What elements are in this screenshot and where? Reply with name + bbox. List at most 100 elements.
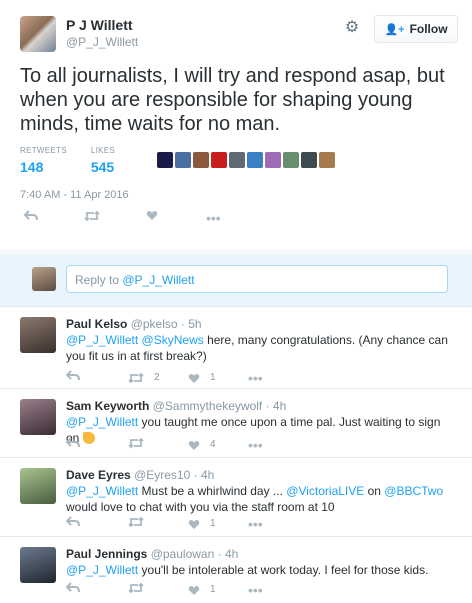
reply-icon[interactable] xyxy=(66,437,80,449)
retweet-count: 2 xyxy=(154,372,160,383)
liker-avatar[interactable] xyxy=(283,152,299,168)
likes-stat[interactable]: LIKES 545 xyxy=(91,146,115,180)
retweets-count: 148 xyxy=(20,159,44,175)
like-count: 4 xyxy=(210,439,216,450)
heart-icon[interactable] xyxy=(146,210,158,221)
reply-header: Paul Jennings @paulowan · 4h xyxy=(66,547,238,561)
reply-box: Reply to @P_J_Willett xyxy=(0,255,472,307)
reply-author-handle[interactable]: @Sammythekeywolf xyxy=(153,399,263,413)
reply-item[interactable]: Paul Jennings @paulowan · 4h @P_J_Willet… xyxy=(0,537,472,603)
likes-count: 545 xyxy=(90,159,115,175)
reply-actions: 4 ••• xyxy=(0,437,472,453)
reply-prefix: Reply to xyxy=(75,273,123,287)
reply-body: Must be a whirlwind day ... xyxy=(138,484,287,498)
more-icon[interactable]: ••• xyxy=(248,437,263,453)
reply-text: @P_J_Willett Must be a whirlwind day ...… xyxy=(66,483,456,515)
avatar[interactable] xyxy=(20,317,56,353)
more-icon[interactable]: ••• xyxy=(248,516,263,532)
retweet-icon[interactable] xyxy=(128,516,144,528)
avatar[interactable] xyxy=(20,399,56,435)
heart-icon[interactable]: 1 xyxy=(188,582,216,598)
retweet-icon[interactable] xyxy=(128,437,144,449)
reply-icon[interactable] xyxy=(66,516,80,528)
retweets-stat[interactable]: RETWEETS 148 xyxy=(20,146,67,180)
tweet-timestamp[interactable]: 7:40 AM - 11 Apr 2016 xyxy=(20,189,129,201)
main-tweet: P J Willett @P_J_Willett ⚙ 👤+ Follow To … xyxy=(0,0,472,249)
follow-button[interactable]: 👤+ Follow xyxy=(374,15,458,43)
reply-text: @P_J_Willett you'll be intolerable at wo… xyxy=(66,562,456,578)
reply-icon[interactable] xyxy=(24,210,38,222)
follow-user-icon: 👤+ xyxy=(384,23,405,36)
heart-icon[interactable]: 1 xyxy=(188,370,216,386)
heart-icon[interactable]: 4 xyxy=(188,437,216,453)
reply-text: @P_J_Willett @SkyNews here, many congrat… xyxy=(66,332,456,364)
reply-time[interactable]: · 5h xyxy=(181,317,202,331)
mention-link[interactable]: @P_J_Willett xyxy=(66,415,138,429)
avatar[interactable] xyxy=(20,547,56,583)
more-icon[interactable]: ••• xyxy=(248,582,263,598)
liker-avatar[interactable] xyxy=(211,152,227,168)
reply-body: you'll be intolerable at work today. I f… xyxy=(138,563,429,577)
liker-avatar[interactable] xyxy=(157,152,173,168)
gear-icon[interactable]: ⚙ xyxy=(344,20,360,36)
author-avatar[interactable] xyxy=(20,16,56,52)
tweet-text: To all journalists, I will try and respo… xyxy=(20,65,445,135)
reply-author-name[interactable]: Paul Jennings xyxy=(66,547,147,561)
retweets-label: RETWEETS xyxy=(20,146,67,155)
reply-item[interactable]: Paul Kelso @pkelso · 5h @P_J_Willett @Sk… xyxy=(0,307,472,389)
author-handle[interactable]: @P_J_Willett xyxy=(66,35,138,49)
reply-author-handle[interactable]: @Eyres10 xyxy=(134,468,190,482)
reply-author-handle[interactable]: @paulowan xyxy=(151,547,215,561)
reply-mention: @P_J_Willett xyxy=(122,273,195,287)
reply-time[interactable]: · 4h xyxy=(218,547,239,561)
reply-actions: 2 1 ••• xyxy=(0,370,472,386)
author-name[interactable]: P J Willett xyxy=(66,17,133,33)
tweet-stats: RETWEETS 148 LIKES 545 xyxy=(20,146,139,180)
mention-link[interactable]: @SkyNews xyxy=(142,333,204,347)
likes-label: LIKES xyxy=(90,146,116,155)
retweet-icon[interactable] xyxy=(128,582,144,594)
liker-avatar[interactable] xyxy=(301,152,317,168)
reply-body: on xyxy=(364,484,385,498)
like-count: 1 xyxy=(210,584,216,595)
mention-link[interactable]: @P_J_Willett xyxy=(66,333,138,347)
like-count: 1 xyxy=(210,518,216,529)
tweet-actions: ••• xyxy=(0,210,472,230)
current-user-avatar xyxy=(32,267,56,291)
liker-avatar[interactable] xyxy=(193,152,209,168)
reply-author-name[interactable]: Paul Kelso xyxy=(66,317,127,331)
reply-item[interactable]: Sam Keyworth @Sammythekeywolf · 4h @P_J_… xyxy=(0,389,472,458)
retweet-icon[interactable] xyxy=(84,210,100,222)
reply-header: Sam Keyworth @Sammythekeywolf · 4h xyxy=(66,399,286,413)
liker-avatar[interactable] xyxy=(229,152,245,168)
retweet-icon[interactable]: 2 xyxy=(128,370,160,386)
mention-link[interactable]: @BBCTwo xyxy=(384,484,443,498)
liker-avatar[interactable] xyxy=(265,152,281,168)
reply-body: would love to chat with you via the staf… xyxy=(66,500,335,514)
reply-icon[interactable] xyxy=(66,370,80,382)
reply-time[interactable]: · 4h xyxy=(194,468,215,482)
reply-time[interactable]: · 4h xyxy=(266,399,287,413)
mention-link[interactable]: @P_J_Willett xyxy=(66,484,138,498)
mention-link[interactable]: @VictoriaLIVE xyxy=(286,484,364,498)
reply-actions: 1 ••• xyxy=(0,582,472,598)
follow-label: Follow xyxy=(409,22,448,36)
liker-avatar[interactable] xyxy=(247,152,263,168)
reply-input[interactable]: Reply to @P_J_Willett xyxy=(66,265,448,293)
reply-icon[interactable] xyxy=(66,582,80,594)
more-icon[interactable]: ••• xyxy=(248,370,263,386)
reply-author-name[interactable]: Sam Keyworth xyxy=(66,399,149,413)
liker-avatar[interactable] xyxy=(175,152,191,168)
avatar[interactable] xyxy=(20,468,56,504)
reply-actions: 1 ••• xyxy=(0,516,472,532)
reply-item[interactable]: Dave Eyres @Eyres10 · 4h @P_J_Willett Mu… xyxy=(0,458,472,537)
mention-link[interactable]: @P_J_Willett xyxy=(66,563,138,577)
reply-author-name[interactable]: Dave Eyres xyxy=(66,468,131,482)
heart-icon[interactable]: 1 xyxy=(188,516,216,532)
reply-header: Paul Kelso @pkelso · 5h xyxy=(66,317,202,331)
reply-header: Dave Eyres @Eyres10 · 4h xyxy=(66,468,214,482)
liker-avatar[interactable] xyxy=(319,152,335,168)
reply-author-handle[interactable]: @pkelso xyxy=(131,317,178,331)
liker-avatars xyxy=(157,152,335,168)
more-icon[interactable]: ••• xyxy=(206,210,221,226)
